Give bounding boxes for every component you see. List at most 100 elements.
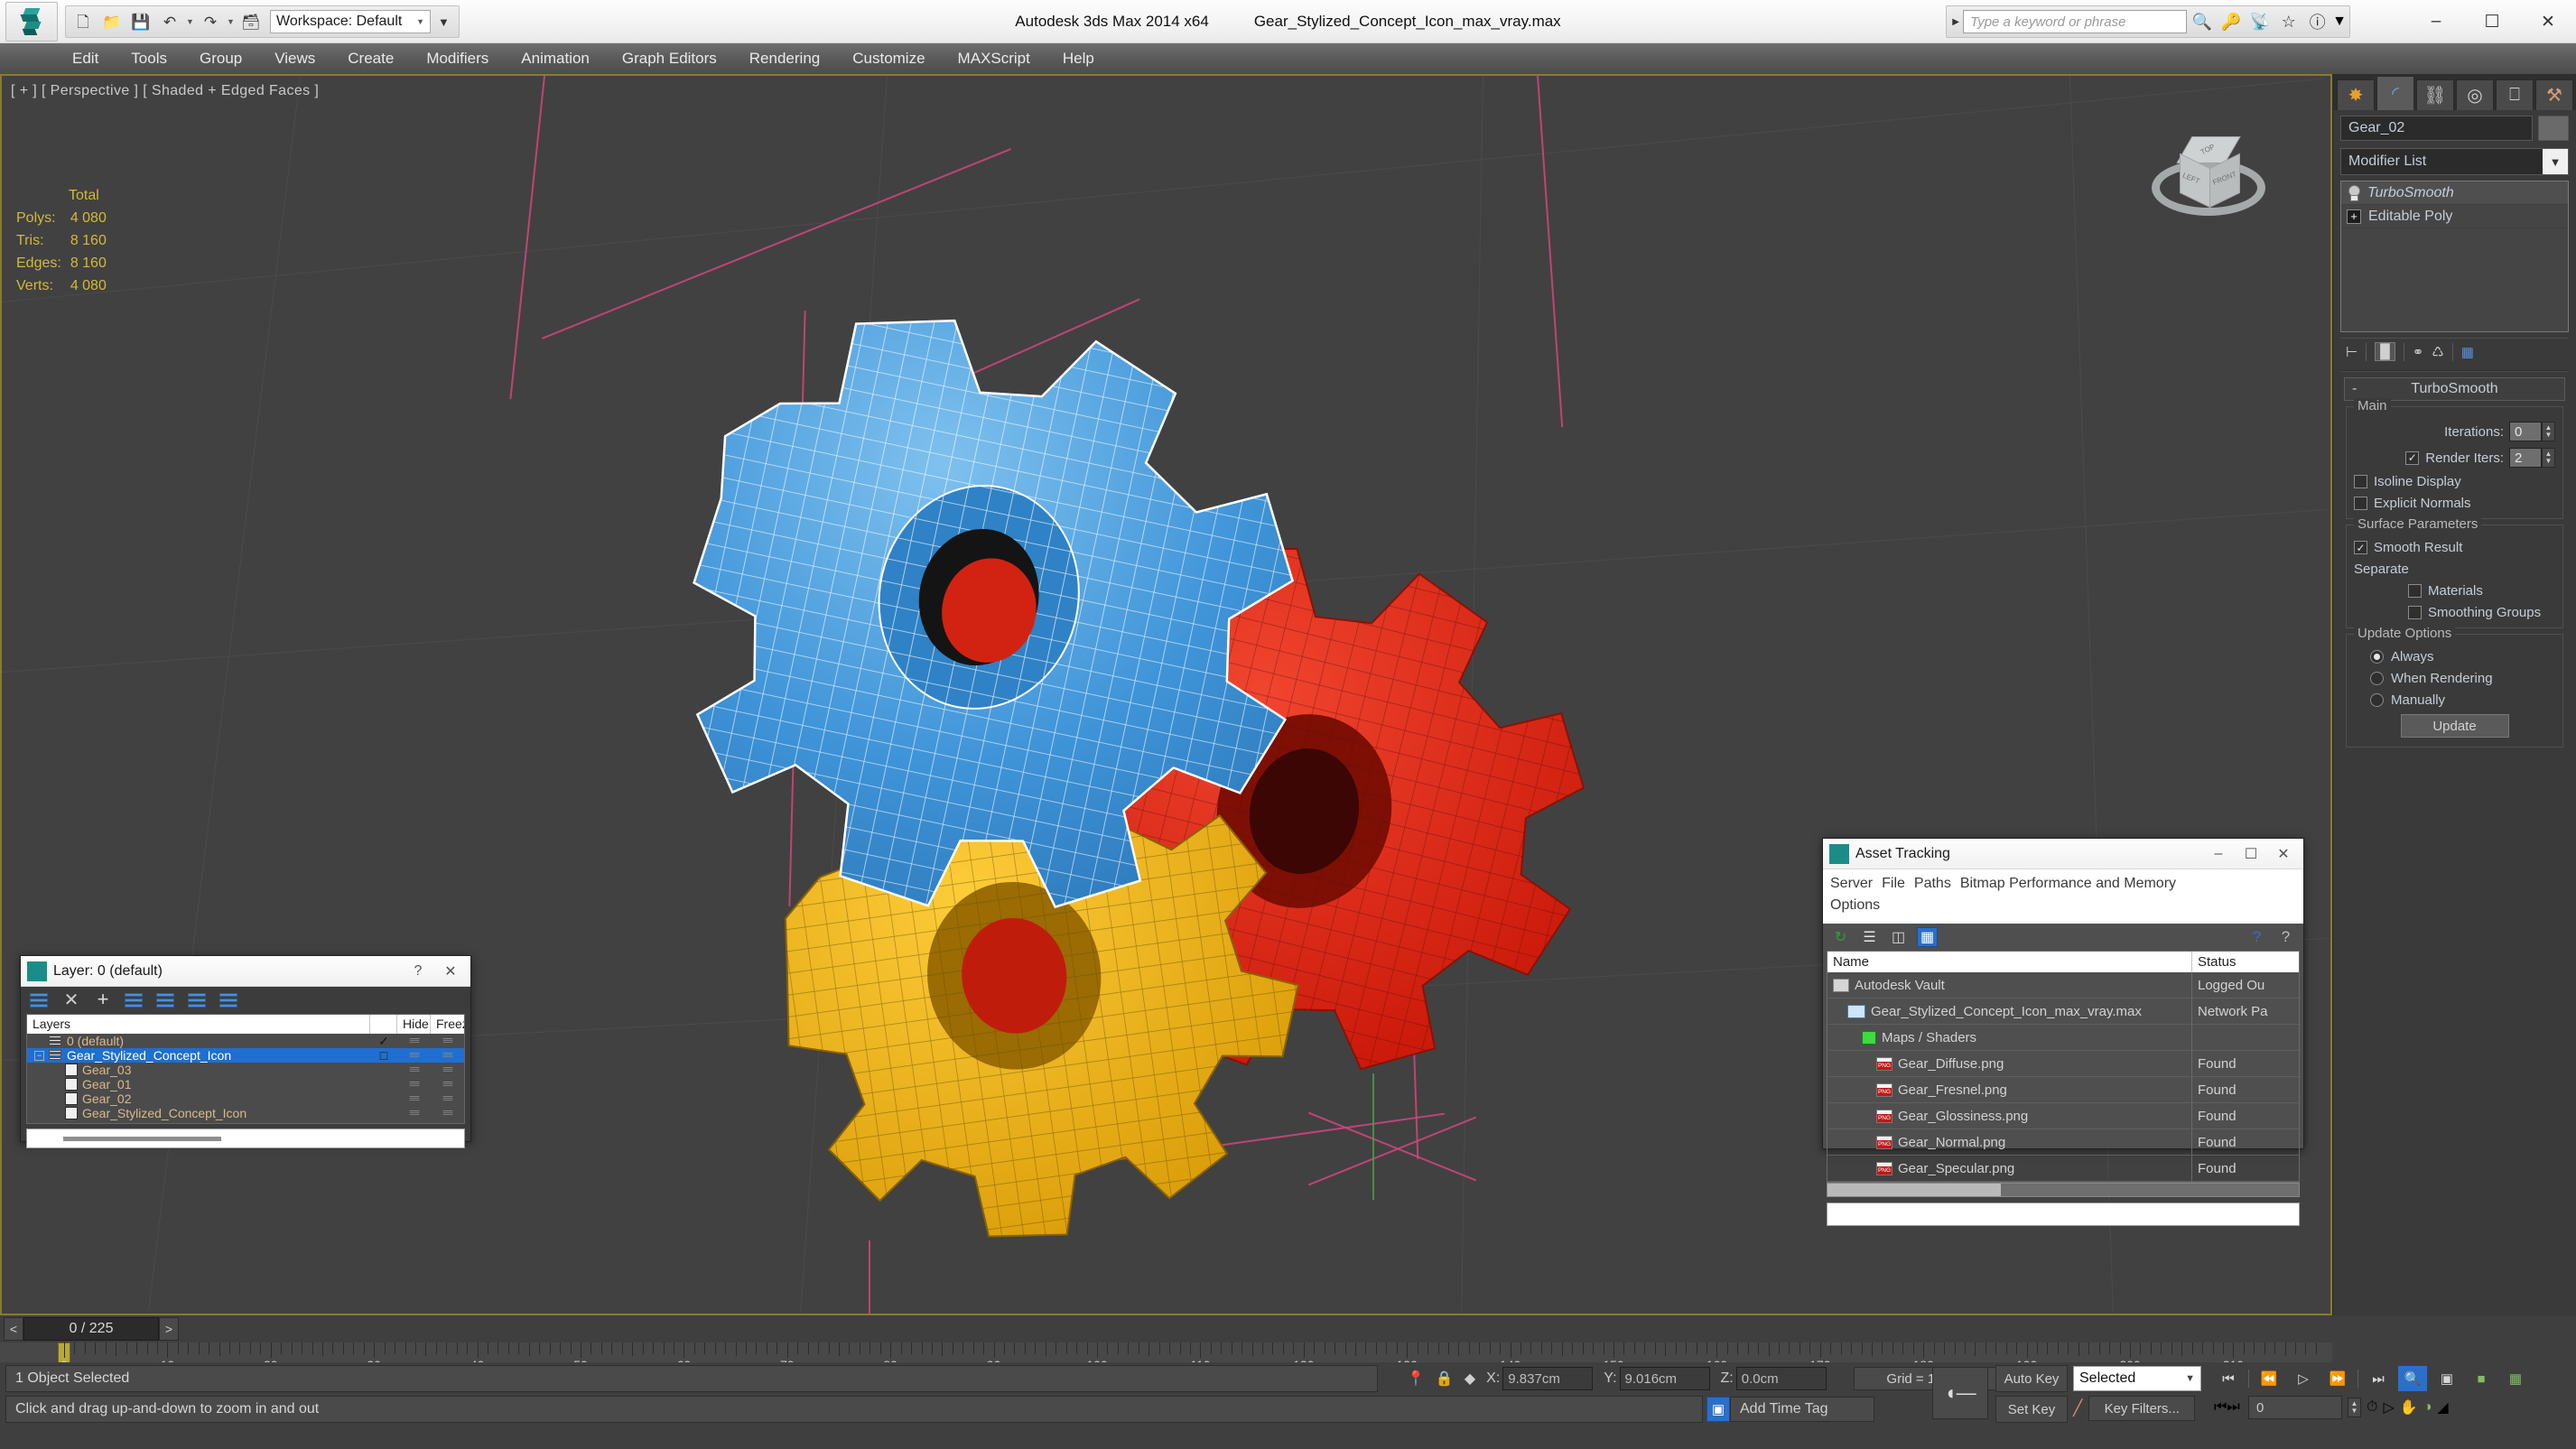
time-tag-icon[interactable]: ▣ [1706, 1397, 1730, 1422]
iterations-stepper[interactable]: ▲▼ [2542, 422, 2555, 441]
set-key-button[interactable]: Set Key [1995, 1396, 2068, 1423]
rollout-collapse-icon[interactable]: - [2352, 381, 2357, 397]
pan-view-icon[interactable]: ✋ [2400, 1398, 2418, 1416]
motion-tab[interactable]: ◎ [2456, 79, 2494, 110]
modifier-stack[interactable]: TurboSmooth+Editable Poly [2340, 181, 2569, 332]
previous-frame-icon[interactable]: ⏪ [2255, 1366, 2283, 1391]
asset-tracking-close-button[interactable]: ✕ [2267, 845, 2300, 863]
set-project-folder-icon[interactable]: 🗃 [237, 8, 265, 35]
auto-key-button[interactable]: Auto Key [1995, 1365, 2068, 1392]
remove-modifier-icon[interactable]: ♺ [2432, 344, 2443, 360]
delete-layer-icon[interactable]: ✕ [61, 991, 81, 1009]
subscription-key-icon[interactable]: 🔑 [2217, 8, 2245, 35]
layer-row[interactable]: Gear_01≡≡≡≡ [27, 1077, 464, 1091]
key-mode-toggle-icon[interactable]: ⏮⏭ [2214, 1399, 2243, 1416]
help-blue-icon[interactable]: ? [2246, 927, 2267, 947]
layer-freeze-toggle[interactable]: ≡≡ [431, 1064, 464, 1075]
layer-expander-icon[interactable]: − [34, 1051, 44, 1061]
help-gray-icon[interactable]: ? [2275, 927, 2296, 947]
workspace-selector[interactable]: Workspace: Default ▼ [270, 10, 431, 33]
view-cube-box[interactable]: TOP LEFT FRONT [2173, 136, 2244, 207]
menu-item-create[interactable]: Create [331, 43, 410, 74]
layer-freeze-toggle[interactable]: ≡≡ [431, 1093, 464, 1104]
workspace-menu-icon[interactable]: ▼ [432, 15, 455, 29]
redo-dropdown-icon[interactable]: ▼ [226, 17, 236, 26]
undo-dropdown-icon[interactable]: ▼ [185, 17, 195, 26]
play-animation-icon[interactable]: ▷ [2289, 1366, 2318, 1391]
asset-row[interactable]: Gear_Stylized_Concept_Icon_max_vray.maxN… [1827, 999, 2299, 1025]
application-menu-button[interactable] [5, 2, 58, 42]
update-button[interactable]: Update [2401, 714, 2509, 738]
maximize-button[interactable]: ☐ [2464, 0, 2520, 43]
make-unique-icon[interactable]: ⚭ [2413, 344, 2424, 360]
configure-modifier-sets-icon[interactable]: ▦ [2461, 344, 2474, 360]
asset-tracking-dialog[interactable]: Asset Tracking – ☐ ✕ ServerFilePathsBitm… [1822, 838, 2304, 1149]
iterations-field[interactable]: 0 [2509, 422, 2542, 441]
help-icon[interactable]: ⓘ [2303, 8, 2331, 35]
chevron-down-icon[interactable]: ▼ [2185, 1373, 2195, 1384]
asset-row[interactable]: Maps / Shaders [1827, 1025, 2299, 1051]
layer-current-marker[interactable]: ✓ [370, 1034, 397, 1049]
select-highlighted-layer-icon[interactable] [156, 991, 176, 1009]
view-cube[interactable]: TOP LEFT FRONT [2141, 125, 2276, 234]
close-button[interactable]: ✕ [2520, 0, 2576, 43]
field-of-view-icon[interactable]: ▷ [2383, 1398, 2394, 1416]
zoom-extents-icon[interactable]: ■ [2467, 1366, 2496, 1391]
communication-center-icon[interactable]: 📡 [2246, 8, 2274, 35]
set-key-pencil-icon[interactable]: ╱ [2073, 1399, 2082, 1417]
go-to-end-icon[interactable]: ⏭ [2364, 1366, 2393, 1391]
layer-row[interactable]: Gear_03≡≡≡≡ [27, 1063, 464, 1077]
maximize-viewport-toggle-icon[interactable]: ◢ [2437, 1398, 2448, 1416]
layer-dialog[interactable]: Layer: 0 (default) ? ✕ ✕ + Layers Hide F… [20, 955, 471, 1142]
list-view-icon[interactable]: ☰ [1859, 927, 1880, 947]
coord-y-value[interactable]: 9.016cm [1620, 1367, 1710, 1390]
explicit-normals-row[interactable]: Explicit Normals [2354, 496, 2555, 511]
asset-menu-item-file[interactable]: File [1882, 873, 1914, 895]
new-file-icon[interactable]: 🗋 [70, 8, 97, 35]
materials-checkbox[interactable] [2408, 584, 2422, 598]
time-configuration-icon[interactable]: ⏱ [2367, 1399, 2377, 1416]
modify-tab[interactable]: ◜ [2376, 76, 2414, 110]
grid-view-icon[interactable]: ▦ [1917, 927, 1938, 947]
isoline-display-checkbox[interactable] [2354, 475, 2367, 488]
explicit-normals-checkbox[interactable] [2354, 497, 2367, 510]
next-frame-icon[interactable]: ⏩ [2323, 1366, 2352, 1391]
manually-row[interactable]: Manually [2354, 692, 2555, 708]
layer-hide-toggle[interactable]: ≡≡ [397, 1079, 431, 1090]
refresh-icon[interactable]: ↻ [1830, 927, 1851, 947]
when-rendering-row[interactable]: When Rendering [2354, 671, 2555, 686]
modifier-enable-bulb-icon[interactable] [2347, 185, 2360, 200]
layer-row[interactable]: Gear_02≡≡≡≡ [27, 1091, 464, 1106]
layer-row[interactable]: Gear_Stylized_Concept_Icon≡≡≡≡ [27, 1106, 464, 1120]
coord-z[interactable]: Z: 0.0cm [1721, 1367, 1827, 1390]
menu-item-rendering[interactable]: Rendering [733, 43, 836, 74]
layer-hide-toggle[interactable]: ≡≡ [397, 1036, 431, 1046]
when-rendering-radio[interactable] [2370, 672, 2384, 685]
hierarchy-tab[interactable]: ⛓ [2416, 79, 2454, 110]
menu-item-edit[interactable]: Edit [56, 43, 115, 74]
gear-object-blue-selected[interactable] [598, 175, 1356, 956]
asset-menu-item-paths[interactable]: Paths [1914, 873, 1960, 895]
layer-dialog-help-button[interactable]: ? [402, 963, 434, 980]
asset-table[interactable]: Name Status Autodesk VaultLogged OuGear_… [1827, 951, 2300, 1183]
smooth-result-checkbox[interactable]: ✓ [2354, 541, 2367, 554]
menu-item-maxscript[interactable]: MAXScript [942, 43, 1046, 74]
zoom-extents-all-selected-icon[interactable]: ▦ [2501, 1366, 2530, 1391]
current-frame-stepper[interactable]: ▲▼ [2348, 1398, 2361, 1417]
asset-menu-item-options[interactable]: Options [1830, 895, 2296, 916]
help-dropdown-icon[interactable]: ▼ [2332, 14, 2347, 30]
selection-center-icon[interactable]: ◆ [1465, 1370, 1475, 1388]
zoom-region-icon[interactable]: 🔍 [2398, 1366, 2427, 1391]
key-mode-toggle[interactable]: ◖— [1932, 1367, 1988, 1419]
manually-radio[interactable] [2370, 693, 2384, 707]
search-icon[interactable]: 🔍 [2188, 8, 2216, 35]
highlight-selected-objects-layers-icon[interactable] [188, 991, 208, 1009]
pin-stack-icon[interactable]: ⊢ [2346, 344, 2357, 360]
menu-item-views[interactable]: Views [258, 43, 331, 74]
always-row[interactable]: Always [2354, 649, 2555, 664]
previous-frame-button[interactable]: < [4, 1317, 23, 1341]
current-frame-input[interactable]: 0 [2248, 1396, 2342, 1419]
layer-dialog-scrollbar[interactable] [26, 1129, 465, 1148]
detail-view-icon[interactable]: ◫ [1888, 927, 1909, 947]
object-color-swatch[interactable] [2538, 116, 2569, 141]
